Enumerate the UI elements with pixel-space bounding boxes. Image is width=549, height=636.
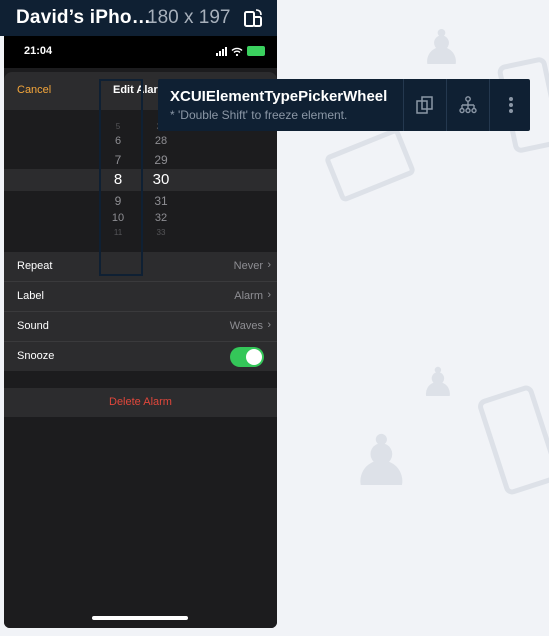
sound-row[interactable]: Sound Waves ›	[4, 312, 277, 342]
status-bar: 21:04	[4, 36, 277, 68]
home-indicator	[92, 616, 188, 620]
minute-option[interactable]: 28	[141, 135, 181, 147]
minute-option-selected[interactable]: 30	[141, 171, 181, 188]
background-android-icon: ♟	[420, 360, 456, 406]
freeze-hint: * 'Double Shift' to freeze element.	[170, 108, 348, 122]
more-icon	[509, 97, 513, 113]
settings-label: Sound	[17, 320, 49, 332]
settings-label: Snooze	[17, 350, 55, 362]
signal-icon	[216, 46, 227, 56]
settings-value: Never	[233, 260, 263, 272]
settings-label: Label	[17, 290, 44, 302]
settings-value: Alarm	[234, 290, 263, 302]
more-button[interactable]	[490, 79, 532, 131]
inspector-header: David’s iPho… 180 x 197	[0, 0, 277, 36]
element-tooltip: XCUIElementTypePickerWheel * 'Double Shi…	[158, 79, 530, 131]
element-type: XCUIElementTypePickerWheel	[170, 88, 388, 105]
toggle-knob	[246, 349, 262, 365]
battery-icon	[247, 46, 265, 56]
background-android-icon: ♟	[420, 20, 464, 76]
minute-option[interactable]: 33	[141, 228, 181, 237]
snooze-row: Snooze	[4, 342, 277, 371]
status-icons	[216, 46, 265, 56]
settings-label: Repeat	[17, 260, 53, 272]
tree-icon	[459, 96, 477, 114]
cancel-button[interactable]: Cancel	[17, 84, 51, 96]
chevron-right-icon: ›	[267, 259, 271, 271]
device-rotate-icon[interactable]	[243, 8, 263, 28]
copy-button[interactable]	[404, 79, 446, 131]
settings-value: Waves	[229, 320, 263, 332]
element-highlight	[99, 79, 143, 276]
minute-option[interactable]: 29	[141, 153, 181, 167]
chevron-right-icon: ›	[267, 319, 271, 331]
copy-icon	[416, 96, 433, 114]
device-dimensions: 180 x 197	[147, 7, 231, 28]
minute-option[interactable]: 31	[141, 194, 181, 208]
background-phone-icon	[475, 383, 549, 497]
delete-alarm-button[interactable]: Delete Alarm	[4, 388, 277, 417]
minute-option[interactable]: 32	[141, 212, 181, 224]
label-row[interactable]: Label Alarm ›	[4, 282, 277, 312]
device-name: David’s iPho…	[16, 7, 151, 28]
element-tree-button[interactable]	[447, 79, 489, 131]
snooze-toggle[interactable]	[230, 347, 264, 367]
background-android-icon: ♟	[350, 420, 413, 502]
wifi-icon	[231, 47, 243, 56]
background-phone-icon	[323, 126, 417, 204]
delete-alarm-label: Delete Alarm	[109, 396, 172, 408]
chevron-right-icon: ›	[267, 289, 271, 301]
status-time: 21:04	[24, 45, 53, 57]
